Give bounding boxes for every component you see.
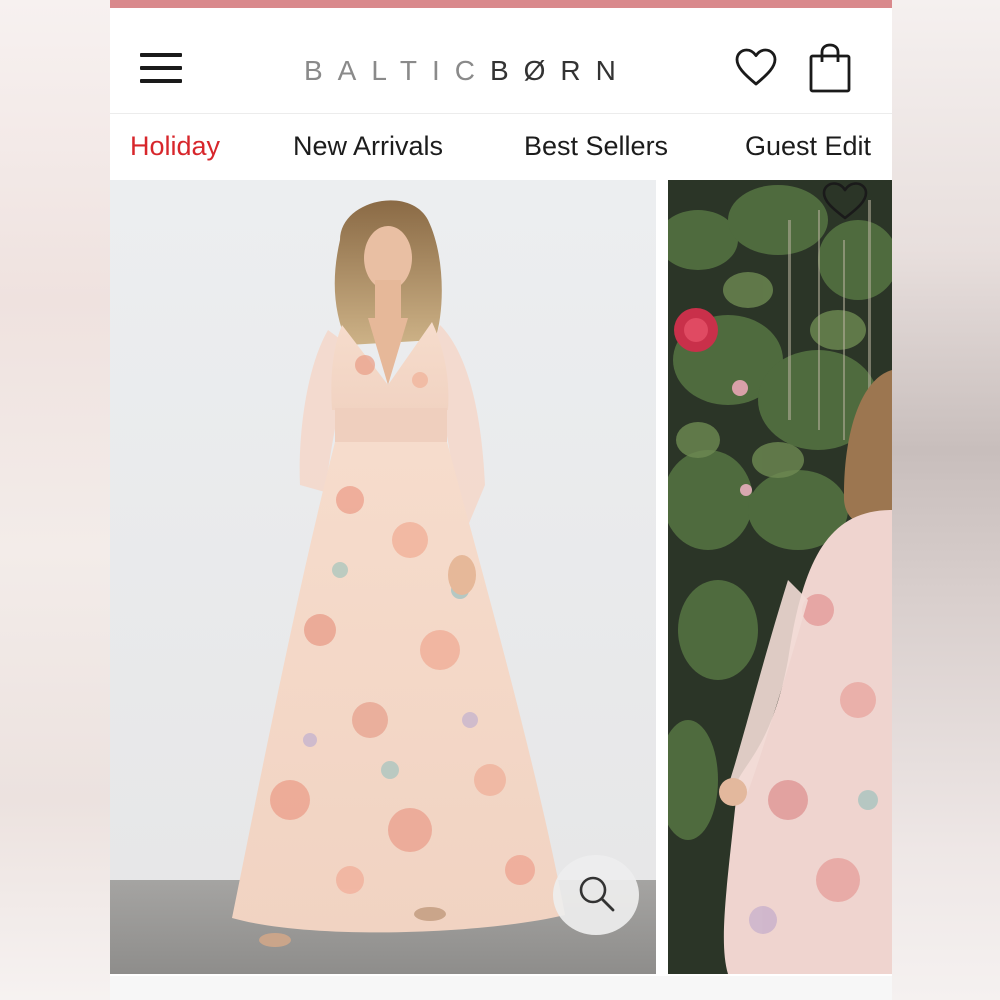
logo-part-baltic: BALTIC — [304, 55, 490, 86]
logo-part-born: BØRN — [489, 55, 631, 86]
right-background — [892, 0, 1000, 1000]
shopping-bag-icon[interactable] — [808, 42, 852, 94]
product-photo-garden[interactable] — [668, 180, 892, 974]
nav-item-new-arrivals[interactable]: New Arrivals — [293, 129, 443, 163]
brand-accent-bar — [110, 0, 892, 8]
model-floral-maxi-dress-outdoor — [668, 180, 892, 974]
brand-logo[interactable]: BALTICBØRN — [304, 54, 631, 88]
site-header: BALTICBØRN — [110, 8, 892, 114]
heart-icon[interactable] — [734, 46, 778, 90]
magnifier-icon — [579, 876, 615, 912]
category-nav: Holiday New Arrivals Best Sellers Guest … — [110, 115, 892, 179]
nav-item-holiday[interactable]: Holiday — [130, 129, 220, 163]
nav-item-guest-edit[interactable]: Guest Edit — [745, 129, 871, 163]
product-gallery[interactable] — [110, 180, 892, 980]
app-screen: BALTICBØRN Holiday New Arrivals Best Sel… — [110, 0, 892, 1000]
zoom-button[interactable] — [553, 855, 639, 935]
hamburger-menu-icon[interactable] — [140, 53, 182, 85]
bottom-area — [110, 976, 892, 1000]
left-background — [0, 0, 110, 1000]
heart-outline-icon[interactable] — [820, 180, 870, 222]
nav-item-best-sellers[interactable]: Best Sellers — [524, 129, 668, 163]
